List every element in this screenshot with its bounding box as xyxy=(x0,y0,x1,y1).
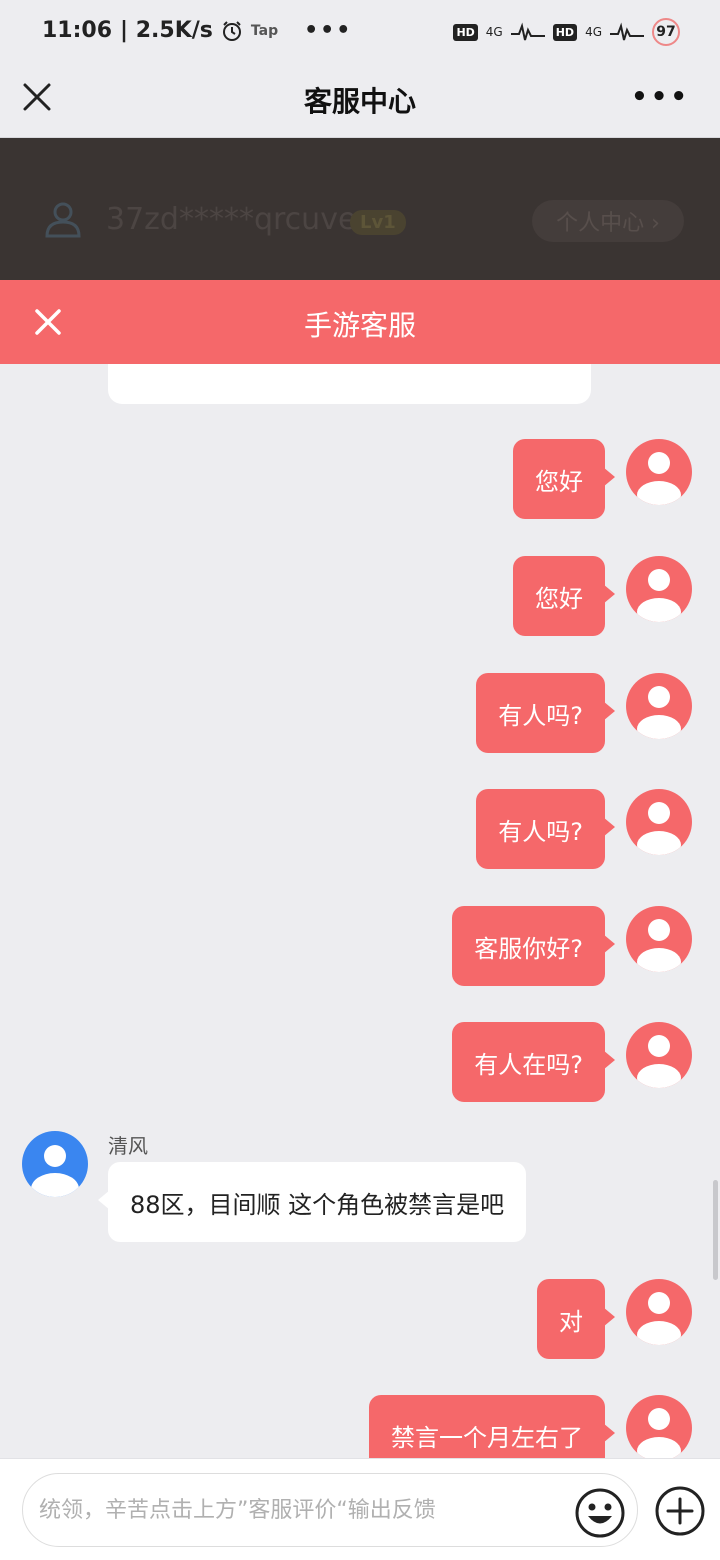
hd-icon: HD xyxy=(453,23,478,41)
user-avatar-icon xyxy=(637,686,681,739)
input-bar xyxy=(0,1458,720,1560)
image-message-card[interactable]: 服务评价 xyxy=(108,364,591,404)
user-avatar-icon xyxy=(637,452,681,505)
status-time: 11:06 xyxy=(42,18,113,43)
status-right: HD 4G HD 4G 97 xyxy=(453,18,680,46)
user-avatar-icon xyxy=(637,919,681,972)
message-bubble-user[interactable]: 禁言一个月左右了 xyxy=(369,1395,615,1458)
network-type-2: 4G xyxy=(585,25,602,39)
message-bubble-agent[interactable]: 88区，目间顺 这个角色被禁言是吧 xyxy=(97,1162,527,1242)
signal-icon xyxy=(610,22,644,41)
user-avatar-icon xyxy=(637,802,681,855)
level-badge: Lv1 xyxy=(350,210,406,235)
username: 37zd*****qrcuve xyxy=(106,202,357,237)
message-input-container xyxy=(22,1473,638,1547)
dimmed-background-page: 37zd*****qrcuve Lv1 个人中心 › xyxy=(0,138,720,280)
page-title: 客服中心 xyxy=(303,85,416,118)
user-avatar[interactable] xyxy=(626,1395,692,1458)
user-avatar-icon xyxy=(637,1292,681,1345)
user-avatar-icon xyxy=(637,1408,681,1458)
message-bubble-user[interactable]: 客服你好? xyxy=(452,906,615,986)
message-bubble-user[interactable]: 您好 xyxy=(513,439,615,519)
user-avatar[interactable] xyxy=(626,1022,692,1088)
status-speed: | 2.5K/s xyxy=(120,18,213,43)
chat-title: 手游客服 xyxy=(303,309,416,342)
hd-icon: HD xyxy=(552,23,578,41)
user-avatar[interactable] xyxy=(626,789,692,855)
message-input[interactable] xyxy=(39,1474,569,1546)
more-options-icon[interactable]: ••• xyxy=(631,82,690,112)
message-bubble-user[interactable]: 有人吗? xyxy=(476,673,615,753)
status-left: 11:06 | 2.5K/s Tap ••• xyxy=(42,18,352,43)
user-avatar-icon xyxy=(637,569,681,622)
battery-icon: 97 xyxy=(652,18,680,46)
user-avatar[interactable] xyxy=(626,1279,692,1345)
emoji-icon[interactable] xyxy=(574,1487,626,1539)
user-avatar[interactable] xyxy=(626,556,692,622)
chat-messages[interactable]: 服务评价 您好 您好 有人吗? 有人吗? 客服你好? 有人在吗? 清风 88区，… xyxy=(0,364,720,1458)
user-avatar[interactable] xyxy=(626,906,692,972)
signal-icon xyxy=(510,22,545,41)
user-avatar-icon xyxy=(637,1035,681,1088)
plus-icon[interactable] xyxy=(654,1485,706,1537)
title-bar: 客服中心 ••• xyxy=(0,62,720,138)
user-avatar[interactable] xyxy=(626,673,692,739)
tap-app-icon: Tap xyxy=(250,22,279,39)
network-type-1: 4G xyxy=(485,25,503,39)
alarm-icon xyxy=(222,20,241,41)
message-bubble-user[interactable]: 您好 xyxy=(513,556,615,636)
message-bubble-user[interactable]: 对 xyxy=(537,1279,615,1359)
agent-avatar[interactable] xyxy=(22,1131,88,1197)
personal-center-button: 个人中心 › xyxy=(532,200,684,242)
status-bar: 11:06 | 2.5K/s Tap ••• HD 4G HD 4G 97 xyxy=(0,0,720,62)
user-icon xyxy=(45,202,81,238)
message-bubble-user[interactable]: 有人吗? xyxy=(476,789,615,869)
message-bubble-user[interactable]: 有人在吗? xyxy=(452,1022,615,1102)
agent-name: 清风 xyxy=(108,1134,148,1158)
scrollbar[interactable] xyxy=(713,1180,718,1280)
chat-header: 手游客服 xyxy=(0,280,720,364)
agent-avatar-icon xyxy=(31,1145,79,1197)
user-avatar[interactable] xyxy=(626,439,692,505)
more-notifications-icon: ••• xyxy=(304,18,353,43)
